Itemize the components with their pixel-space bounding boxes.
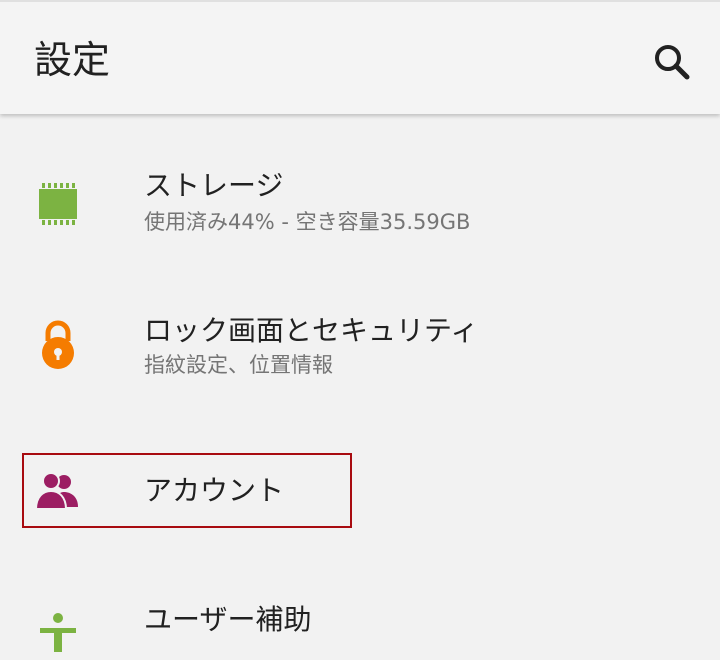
page-title: 設定 xyxy=(34,38,111,82)
search-icon xyxy=(655,45,690,80)
app-bar: 設定 xyxy=(0,0,720,114)
settings-item-lock-security[interactable]: ロック画面とセキュリティ 指紋設定、位置情報 xyxy=(0,295,720,415)
storage-subtitle: 使用済み44% - 空き容量35.59GB xyxy=(144,210,471,234)
storage-chip-icon xyxy=(30,176,86,232)
lock-security-title: ロック画面とセキュリティ xyxy=(144,314,479,347)
search-button[interactable] xyxy=(650,40,694,84)
lock-icon xyxy=(30,317,86,373)
storage-title: ストレージ xyxy=(144,169,284,202)
accessibility-icon xyxy=(30,604,86,660)
settings-item-accessibility[interactable]: ユーザー補助 xyxy=(0,590,720,652)
highlight-box xyxy=(22,453,352,528)
lock-security-subtitle: 指紋設定、位置情報 xyxy=(144,353,333,377)
accessibility-title: ユーザー補助 xyxy=(144,603,312,636)
settings-item-storage[interactable]: ストレージ 使用済み44% - 空き容量35.59GB xyxy=(0,150,720,270)
